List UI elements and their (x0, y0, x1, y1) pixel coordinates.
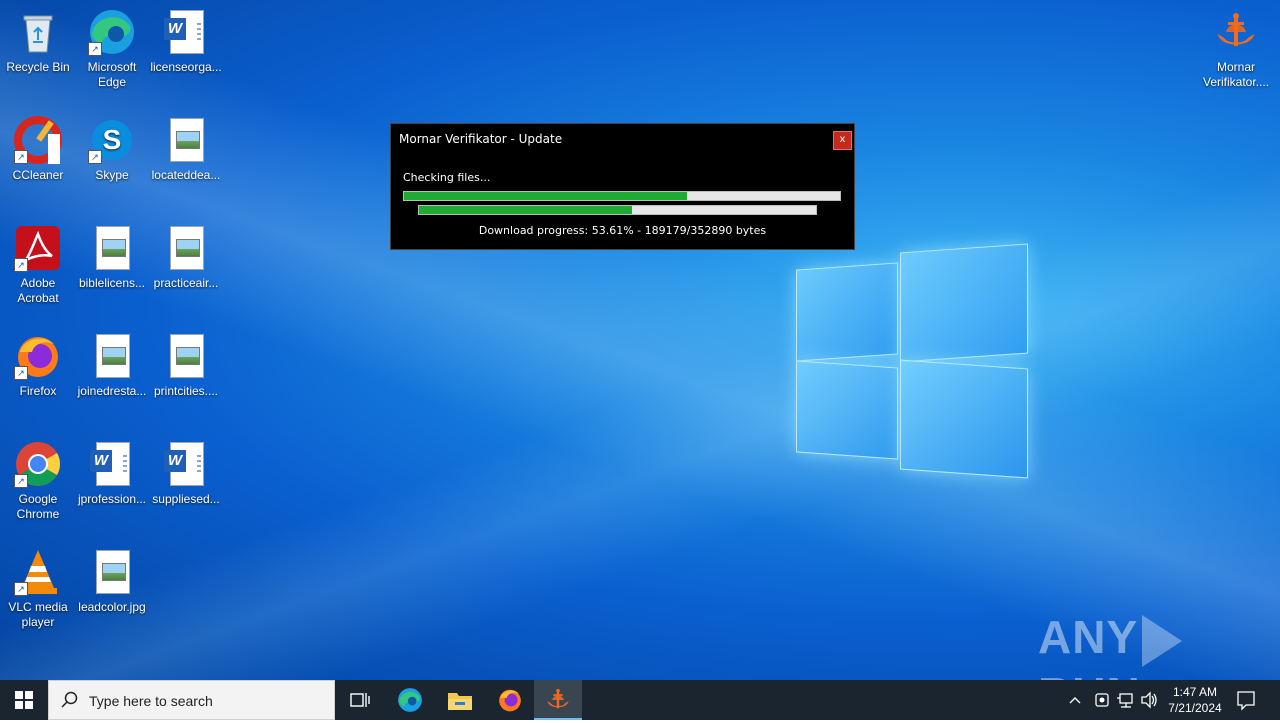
svg-text:S: S (103, 124, 122, 155)
desktop-icon-label: Recycle Bin (6, 60, 70, 74)
skype-icon: S ↗ (88, 116, 136, 164)
show-hidden-icons-button[interactable] (1068, 680, 1090, 720)
taskbar-edge[interactable] (386, 680, 434, 720)
desktop-icon-adobe-acrobat[interactable]: ↗ Adobe Acrobat (0, 224, 76, 306)
word-doc-icon: W (88, 440, 136, 488)
desktop-icon-mornar-verifikator[interactable]: Mornar Verifikator.... (1198, 8, 1274, 90)
desktop-icon-label: joinedresta... (77, 384, 147, 398)
mornar-icon (547, 688, 569, 709)
edge-icon (398, 688, 422, 712)
taskbar-firefox[interactable] (486, 680, 534, 720)
desktop-icon-firefox[interactable]: ↗ Firefox (0, 332, 76, 399)
desktop-icon-label: printcities.... (153, 384, 219, 398)
vlc-icon: ↗ (14, 548, 62, 596)
taskbar-mornar-verifikator[interactable] (534, 680, 582, 720)
desktop-icon-label: locateddea... (151, 168, 221, 182)
desktop-icon-label: jprofession... (77, 492, 147, 506)
taskbar-search-box[interactable]: Type here to search (48, 680, 335, 720)
desktop-icon-image-file[interactable]: locateddea... (148, 116, 224, 183)
download-progress-bar (418, 205, 817, 215)
watermark-text: RUN (1038, 668, 1141, 680)
image-file-icon (88, 548, 136, 596)
watermark-text: ANY (1038, 611, 1139, 663)
network-icon (1117, 693, 1133, 708)
desktop-icon-google-chrome[interactable]: ↗ Google Chrome (0, 440, 76, 522)
file-progress-bar (403, 191, 841, 201)
desktop-icon-label: Google Chrome (16, 492, 60, 521)
image-file-icon (88, 224, 136, 272)
desktop-icon-image-file[interactable]: printcities.... (148, 332, 224, 399)
desktop-icon-recycle-bin[interactable]: Recycle Bin (0, 8, 76, 75)
desktop-icon-ccleaner[interactable]: ↗ CCleaner (0, 116, 76, 183)
desktop-background: Recycle Bin ↗ CCleaner ↗ Adobe Acrobat ↗… (0, 0, 1280, 680)
desktop-icon-vlc[interactable]: ↗ VLC media player (0, 548, 76, 630)
image-file-icon (162, 224, 210, 272)
file-progress-fill (404, 192, 688, 200)
chrome-icon: ↗ (14, 440, 62, 488)
clock-date: 7/21/2024 (1168, 701, 1222, 715)
desktop-icon-word-doc[interactable]: W suppliesed... (148, 440, 224, 507)
desktop-icon-image-file[interactable]: biblelicens... (74, 224, 150, 291)
desktop-icon-image-file[interactable]: practiceair... (148, 224, 224, 291)
tray-app-icon (1095, 693, 1109, 707)
image-file-icon (162, 332, 210, 380)
speaker-icon (1141, 691, 1157, 709)
clock-time: 1:47 AM (1172, 685, 1218, 699)
download-progress-fill (419, 206, 632, 214)
task-view-icon (350, 693, 370, 707)
update-dialog: Mornar Verifikator - Update x Checking f… (390, 123, 855, 250)
network-button[interactable] (1116, 680, 1136, 720)
search-placeholder: Type here to search (89, 693, 213, 709)
windows-start-icon (15, 691, 33, 709)
taskbar-file-explorer[interactable] (436, 680, 484, 720)
file-explorer-icon (448, 693, 472, 710)
desktop-icon-label: licenseorga... (150, 60, 222, 74)
desktop-icon-label: Skype (95, 168, 129, 182)
desktop-icon-label: Adobe Acrobat (17, 276, 59, 305)
dialog-title: Mornar Verifikator - Update (399, 132, 563, 146)
desktop-icon-microsoft-edge[interactable]: ↗ Microsoft Edge (74, 8, 150, 90)
download-progress-text: Download progress: 53.61% - 189179/35289… (478, 224, 767, 237)
windows-logo (796, 240, 1030, 480)
acrobat-icon: ↗ (14, 224, 62, 272)
play-icon (1142, 614, 1183, 667)
edge-icon: ↗ (88, 8, 136, 56)
desktop-icon-word-doc[interactable]: W jprofession... (74, 440, 150, 507)
word-doc-icon: W (162, 8, 210, 56)
task-view-button[interactable] (336, 680, 384, 720)
chevron-up-icon (1069, 697, 1081, 704)
start-button[interactable] (0, 680, 48, 720)
desktop-icon-label: VLC media player (8, 600, 68, 629)
taskbar-clock[interactable]: 1:47 AM 7/21/2024 (1158, 684, 1232, 716)
firefox-icon (499, 689, 521, 712)
desktop-icon-label: Microsoft Edge (87, 60, 137, 89)
anyrun-watermark: ANY RUN (1038, 610, 1280, 680)
image-file-icon (162, 116, 210, 164)
recycle-bin-icon (14, 8, 62, 56)
desktop-icon-label: Mornar Verifikator.... (1202, 60, 1270, 89)
desktop-icon-skype[interactable]: S ↗ Skype (74, 116, 150, 183)
ccleaner-icon: ↗ (14, 116, 62, 164)
desktop-icon-label: biblelicens... (78, 276, 146, 290)
desktop-icon-label: CCleaner (12, 168, 64, 182)
status-text: Checking files... (403, 171, 491, 184)
tray-app-button[interactable] (1094, 680, 1112, 720)
volume-button[interactable] (1140, 680, 1160, 720)
desktop-icon-label: Firefox (19, 384, 57, 398)
desktop-icon-image-file[interactable]: joinedresta... (74, 332, 150, 399)
search-icon (61, 691, 78, 708)
close-button[interactable]: x (833, 131, 852, 150)
image-file-icon (88, 332, 136, 380)
desktop-icon-label: leadcolor.jpg (78, 600, 146, 614)
mornar-icon (1212, 8, 1260, 56)
taskbar: Type here to search 1:47 AM 7/21/2024 (0, 680, 1280, 720)
desktop-icon-word-doc[interactable]: W licenseorga... (148, 8, 224, 75)
desktop-icon-label: suppliesed... (152, 492, 220, 506)
notification-icon (1237, 691, 1255, 711)
firefox-icon: ↗ (14, 332, 62, 380)
word-doc-icon: W (162, 440, 210, 488)
desktop-icon-image-file[interactable]: leadcolor.jpg (74, 548, 150, 615)
desktop-icon-label: practiceair... (153, 276, 219, 290)
notifications-button[interactable] (1236, 680, 1260, 720)
